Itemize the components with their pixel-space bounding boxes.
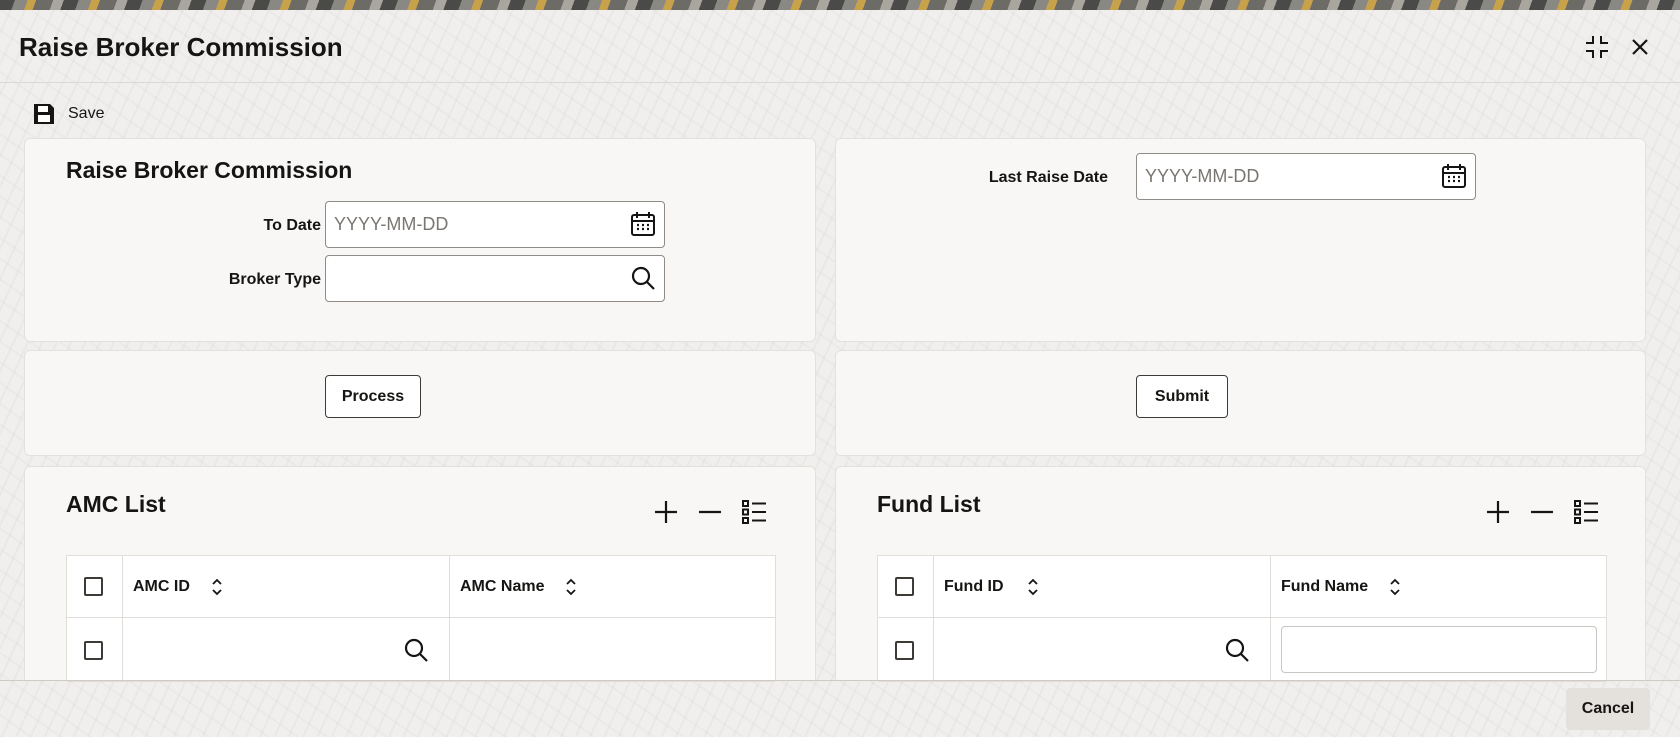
save-label: Save	[68, 105, 105, 122]
amc-list-table: AMC ID AMC Name	[66, 555, 776, 682]
footer-bar	[0, 680, 1680, 737]
table-header-row: AMC ID AMC Name	[67, 556, 775, 618]
search-icon[interactable]	[1224, 637, 1250, 663]
amc-id-cell[interactable]	[123, 618, 450, 681]
last-raise-date-label: Last Raise Date	[988, 169, 1108, 186]
add-row-icon[interactable]	[1485, 499, 1511, 525]
amc-list-tools	[653, 499, 767, 525]
remove-row-icon[interactable]	[697, 499, 723, 525]
fund-list-tools	[1485, 499, 1599, 525]
amc-name-cell	[450, 618, 777, 681]
table-header-row: Fund ID Fund Name	[878, 556, 1606, 618]
column-header-amc-name: AMC Name	[460, 578, 545, 595]
select-all-checkbox[interactable]	[84, 577, 103, 596]
section-title: Raise Broker Commission	[66, 157, 353, 183]
submit-button[interactable]: Submit	[1136, 375, 1228, 418]
fund-id-cell[interactable]	[934, 618, 1271, 681]
sort-icon[interactable]	[210, 578, 224, 596]
header-decoration-strip	[0, 0, 1680, 10]
broker-commission-form-panel: Raise Broker Commission To Date Broker T…	[24, 138, 816, 342]
table-row	[878, 618, 1606, 682]
calendar-icon[interactable]	[629, 210, 657, 238]
close-icon[interactable]	[1623, 30, 1657, 64]
column-list-icon[interactable]	[741, 499, 767, 525]
fund-list-title: Fund List	[877, 491, 981, 517]
last-raise-date-panel: Last Raise Date	[835, 138, 1646, 342]
fund-name-input[interactable]	[1281, 626, 1597, 673]
add-row-icon[interactable]	[653, 499, 679, 525]
search-icon[interactable]	[403, 637, 429, 663]
save-button[interactable]: Save	[32, 100, 104, 128]
to-date-label: To Date	[263, 217, 321, 234]
fund-list-panel: Fund List Fund ID Fund Name	[835, 466, 1646, 682]
broker-type-input[interactable]	[325, 255, 665, 302]
column-list-icon[interactable]	[1573, 499, 1599, 525]
select-all-checkbox[interactable]	[895, 577, 914, 596]
process-button[interactable]: Process	[325, 375, 421, 418]
to-date-input[interactable]	[325, 201, 665, 248]
cancel-button[interactable]: Cancel	[1566, 688, 1650, 730]
process-panel: Process	[24, 350, 816, 456]
submit-panel: Submit	[835, 350, 1646, 456]
floppy-disk-icon	[34, 104, 54, 124]
table-row	[67, 618, 775, 682]
column-header-amc-id: AMC ID	[133, 578, 190, 595]
column-header-fund-id: Fund ID	[944, 578, 1004, 595]
last-raise-date-input[interactable]	[1136, 153, 1476, 200]
column-header-fund-name: Fund Name	[1281, 578, 1369, 595]
amc-list-title: AMC List	[66, 491, 166, 517]
calendar-icon[interactable]	[1440, 162, 1468, 190]
maximize-icon[interactable]	[1580, 30, 1614, 64]
fund-list-table: Fund ID Fund Name	[877, 555, 1607, 682]
sort-icon[interactable]	[1026, 578, 1040, 596]
amc-list-panel: AMC List AMC ID AMC Name	[24, 466, 816, 682]
search-icon[interactable]	[629, 264, 657, 292]
page-title: Raise Broker Commission	[19, 32, 343, 62]
row-checkbox[interactable]	[895, 641, 914, 660]
broker-type-label: Broker Type	[228, 271, 321, 288]
sort-icon[interactable]	[1388, 578, 1402, 596]
title-bar: Raise Broker Commission	[0, 10, 1680, 83]
sort-icon[interactable]	[564, 578, 578, 596]
remove-row-icon[interactable]	[1529, 499, 1555, 525]
toolbar: Save	[0, 94, 600, 134]
row-checkbox[interactable]	[84, 641, 103, 660]
